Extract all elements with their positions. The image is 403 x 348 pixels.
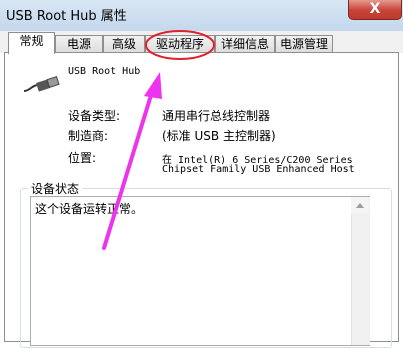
tab-label: 高级 [111, 37, 136, 51]
close-button[interactable]: X [348, 0, 402, 20]
tab-power-management[interactable]: 电源管理 [275, 35, 333, 53]
tab-strip: 常规 电源 高级 驱动程序 详细信息 电源管理 [0, 31, 403, 54]
device-type-value: 通用串行总线控制器 [162, 109, 271, 123]
manufacturer-value: (标准 USB 主控制器) [162, 129, 276, 143]
usb-plug-icon [23, 76, 60, 92]
window-title: USB Root Hub 属性 [6, 9, 127, 24]
tab-label: 详细信息 [220, 37, 269, 51]
close-icon: X [369, 1, 381, 17]
tab-label: 驱动程序 [155, 37, 204, 51]
tab-power[interactable]: 电源 [55, 35, 103, 53]
device-status-textbox[interactable] [30, 196, 370, 346]
tab-advanced[interactable]: 高级 [103, 35, 145, 53]
tab-general[interactable]: 常规 [8, 32, 55, 54]
tab-driver[interactable]: 驱动程序 [145, 35, 215, 53]
tab-label: 常规 [19, 34, 44, 48]
status-scrollbar[interactable] [351, 197, 370, 345]
scroll-up-arrow-icon[interactable] [351, 197, 369, 214]
location-value-line2: Chipset Family USB Enhanced Host [162, 164, 355, 175]
title-bar: USB Root Hub 属性 [0, 0, 403, 32]
location-label: 位置: [68, 151, 97, 165]
tab-label: 电源管理 [279, 37, 328, 51]
tab-details[interactable]: 详细信息 [215, 35, 275, 53]
device-name: USB Root Hub [68, 66, 141, 77]
device-status-text: 这个设备运转正常。 [35, 202, 144, 216]
device-status-title: 设备状态 [28, 180, 83, 197]
tab-label: 电源 [66, 37, 91, 51]
manufacturer-label: 制造商: [68, 129, 109, 143]
device-type-label: 设备类型: [68, 109, 121, 123]
